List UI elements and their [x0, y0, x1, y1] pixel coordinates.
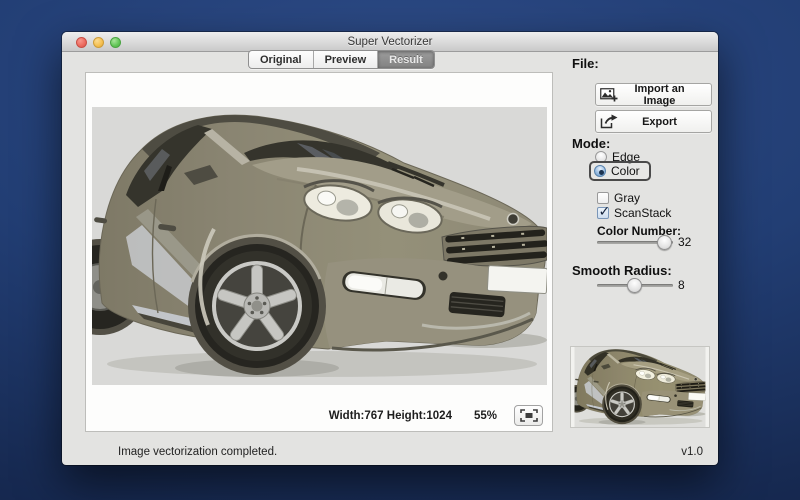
import-image-icon [596, 87, 622, 102]
export-icon [596, 114, 622, 129]
image-panel: Width:767 Height:1024 55% [85, 72, 553, 432]
window-title: Super Vectorizer [347, 36, 433, 48]
export-label: Export [642, 115, 677, 128]
image-info-bar: Width:767 Height:1024 55% [329, 405, 543, 426]
color-number-slider[interactable] [597, 235, 673, 250]
titlebar: Super Vectorizer [62, 32, 718, 52]
original-image-thumbnail [570, 346, 710, 428]
tab-result[interactable]: Result [378, 51, 434, 68]
version-label: v1.0 [681, 446, 703, 458]
color-number-slider-knob[interactable] [657, 235, 672, 250]
scanstack-checkbox[interactable]: ScanStack [597, 203, 672, 220]
color-radio-label: Color [611, 164, 640, 178]
export-button[interactable]: Export [595, 110, 712, 133]
scanstack-checkbox-label: ScanStack [614, 206, 672, 220]
gray-checkbox-label: Gray [614, 191, 641, 205]
image-dimensions: Width:767 Height:1024 [328, 409, 452, 422]
import-image-label: Import an Image [634, 82, 685, 107]
import-image-button[interactable]: Import an Image [595, 82, 712, 107]
desktop-background: Super Vectorizer Original Preview Result… [0, 0, 800, 500]
fit-to-window-button[interactable] [514, 405, 543, 426]
checkbox-checked-icon [597, 203, 610, 220]
smooth-radius-label: Smooth Radius: [572, 263, 672, 278]
tab-original[interactable]: Original [249, 51, 314, 68]
smooth-radius-slider[interactable] [597, 278, 673, 293]
minimize-button[interactable] [93, 37, 104, 48]
zoom-level: 55% [473, 409, 497, 422]
color-number-value: 32 [678, 235, 692, 249]
file-section-label: File: [572, 56, 599, 71]
tab-preview[interactable]: Preview [314, 51, 379, 68]
view-tabs: Original Preview Result [248, 50, 435, 69]
thumbnail-car-image [574, 347, 706, 427]
vectorized-image-canvas[interactable] [92, 107, 547, 385]
fit-to-window-icon [519, 409, 538, 422]
smooth-radius-slider-knob[interactable] [627, 278, 642, 293]
vectorized-car-image [92, 107, 547, 385]
app-window: Super Vectorizer Original Preview Result… [62, 32, 718, 465]
radio-selected-icon [594, 165, 606, 177]
close-button[interactable] [76, 37, 87, 48]
mode-section-label: Mode: [572, 136, 611, 151]
smooth-radius-value: 8 [678, 278, 685, 292]
status-message: Image vectorization completed. [118, 446, 278, 458]
color-radio[interactable]: Color [589, 161, 651, 181]
traffic-lights [76, 37, 121, 48]
maximize-button[interactable] [110, 37, 121, 48]
